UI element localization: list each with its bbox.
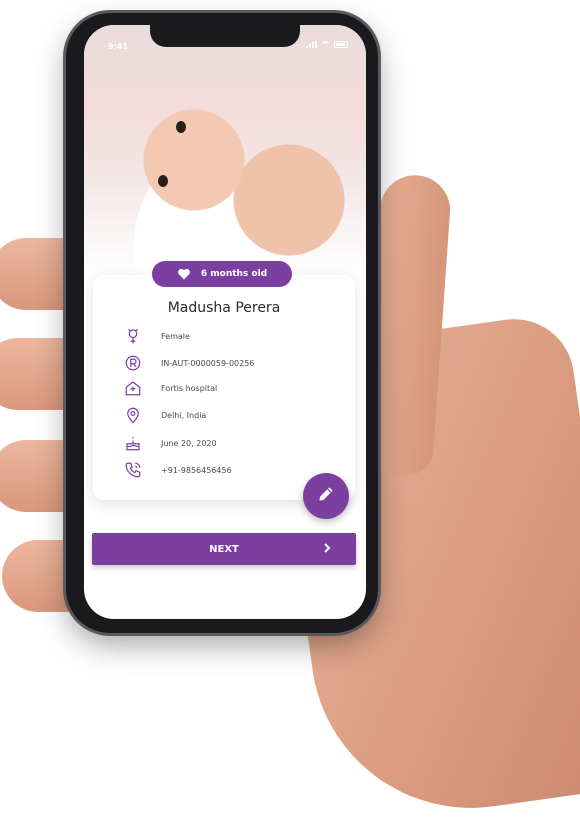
profile-card: Madusha Perera Female IN-AUT-0000059-002… bbox=[93, 275, 355, 500]
status-time: 9:41 bbox=[108, 42, 128, 51]
profile-name: Madusha Perera bbox=[167, 300, 281, 316]
detail-row-location: Delhi, India bbox=[123, 405, 206, 425]
detail-row-hospital: Fortis hospital bbox=[123, 378, 217, 398]
baby-photo bbox=[84, 25, 366, 275]
detail-row-gender: Female bbox=[123, 326, 190, 346]
detail-row-registration: IN-AUT-0000059-00256 bbox=[123, 353, 254, 373]
detail-row-phone: +91-9856456456 bbox=[123, 460, 232, 480]
age-badge-label: 6 months old bbox=[200, 269, 268, 279]
detail-value: +91-9856456456 bbox=[161, 465, 232, 475]
eye bbox=[176, 121, 186, 133]
eye bbox=[158, 175, 168, 187]
age-badge: 6 months old bbox=[152, 261, 292, 287]
detail-row-birthdate: June 20, 2020 bbox=[123, 433, 217, 453]
status-icons bbox=[306, 41, 348, 48]
detail-value: IN-AUT-0000059-00256 bbox=[161, 358, 255, 368]
edit-button[interactable] bbox=[303, 473, 349, 519]
wifi-icon bbox=[321, 41, 330, 48]
detail-value: Female bbox=[161, 331, 190, 341]
detail-value: Delhi, India bbox=[161, 410, 207, 420]
registered-icon bbox=[123, 353, 143, 373]
location-pin-icon bbox=[123, 405, 143, 425]
detail-value: June 20, 2020 bbox=[161, 438, 217, 448]
pencil-icon bbox=[316, 484, 336, 508]
heart-icon bbox=[177, 268, 191, 280]
hospital-icon bbox=[123, 378, 143, 398]
next-button[interactable]: NEXT bbox=[92, 533, 356, 565]
next-button-label: NEXT bbox=[209, 543, 239, 555]
chevron-right-icon bbox=[322, 542, 332, 557]
phone-icon bbox=[123, 460, 143, 480]
battery-icon bbox=[334, 41, 348, 48]
signal-icon bbox=[306, 41, 317, 48]
phone-screen: 9:41 6 months old Madusha Perera Female bbox=[84, 25, 366, 619]
birthday-cake-icon bbox=[123, 433, 143, 453]
gender-icon bbox=[123, 326, 143, 346]
phone-notch bbox=[150, 25, 300, 47]
detail-value: Fortis hospital bbox=[161, 383, 218, 393]
